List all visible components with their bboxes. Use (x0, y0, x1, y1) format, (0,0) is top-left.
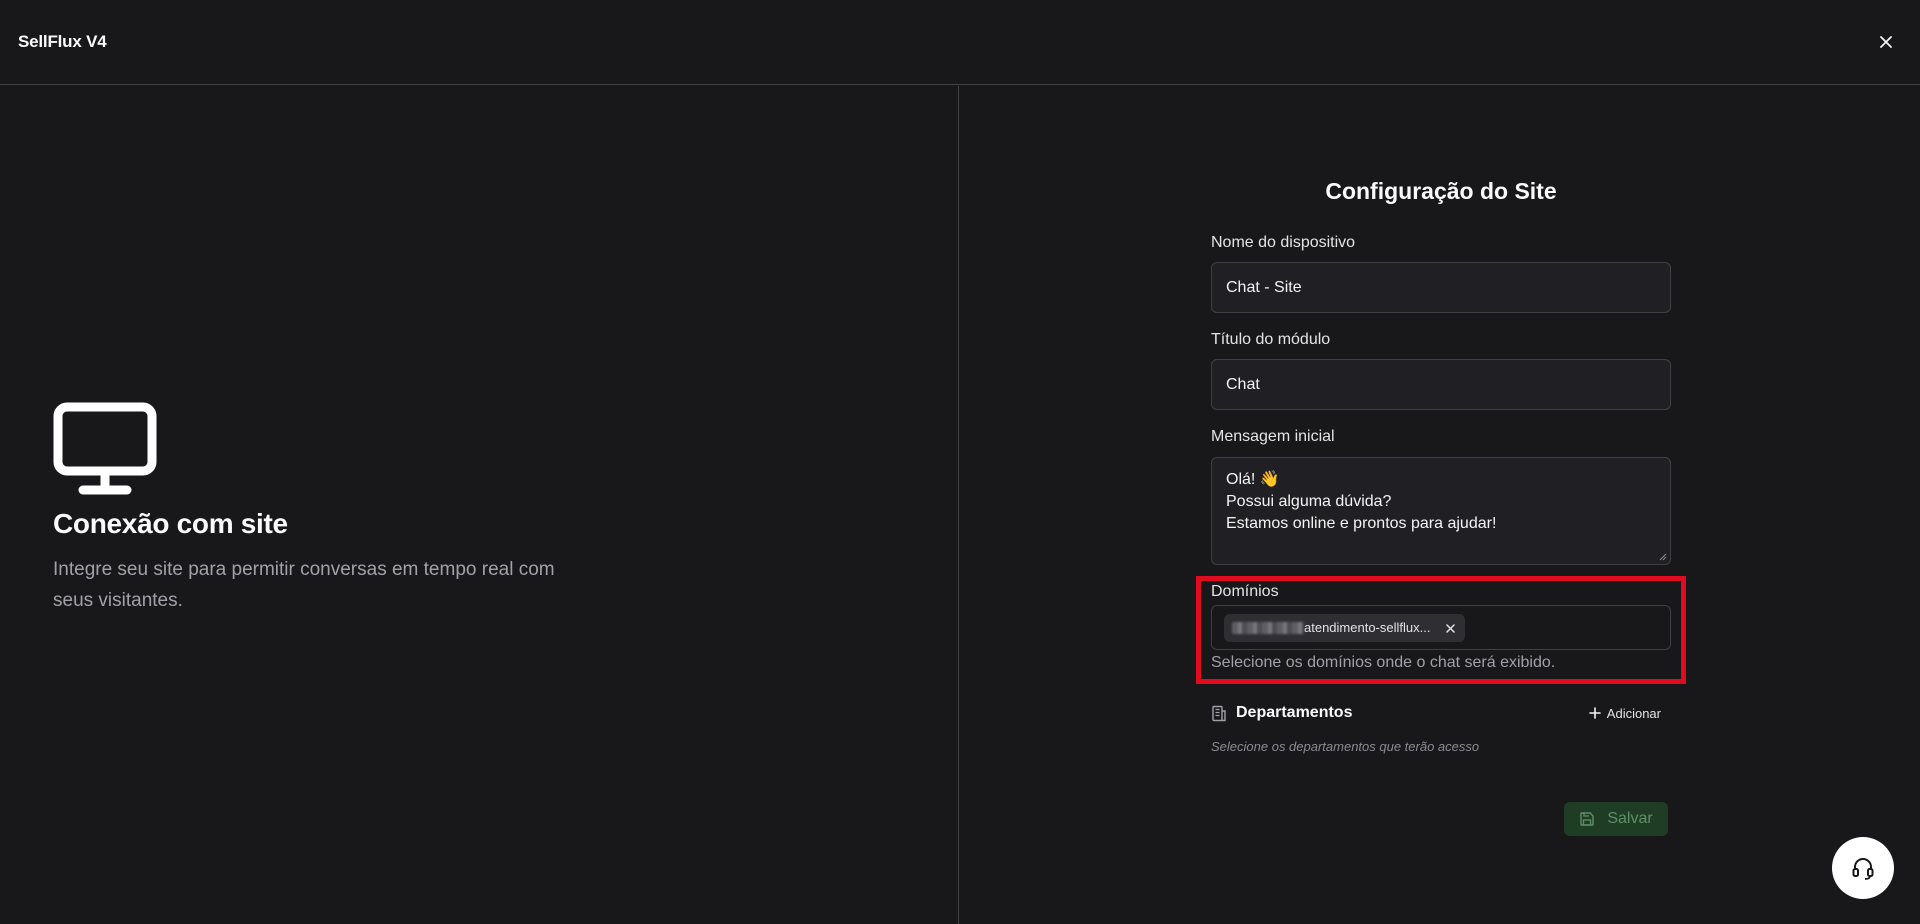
domains-help-text: Selecione os domínios onde o chat será e… (1211, 654, 1556, 671)
device-name-value: Chat - Site (1226, 278, 1302, 296)
module-title-value: Chat (1226, 375, 1260, 393)
close-icon (1880, 36, 1892, 48)
add-department-button[interactable]: Adicionar (1588, 705, 1661, 721)
save-button[interactable]: Salvar (1564, 802, 1668, 836)
departments-title: Departamentos (1236, 704, 1353, 721)
initial-message-label: Mensagem inicial (1211, 428, 1335, 445)
support-button[interactable] (1832, 837, 1894, 899)
module-title-input[interactable]: Chat (1211, 359, 1671, 410)
domains-select[interactable]: atendimento-sellflux... (1211, 605, 1671, 650)
building-icon (1212, 705, 1226, 721)
app-title: SellFlux V4 (18, 32, 107, 51)
domain-chip: atendimento-sellflux... (1224, 613, 1466, 642)
top-bar: SellFlux V4 (0, 0, 1920, 85)
message-line: Estamos online e prontos para ajudar! (1226, 515, 1497, 532)
departments-header: Departamentos Adicionar (1211, 698, 1671, 728)
plus-icon (1588, 707, 1601, 719)
remove-chip-button[interactable] (1446, 620, 1456, 636)
save-icon (1580, 812, 1595, 826)
device-name-input[interactable]: Chat - Site (1211, 262, 1671, 313)
save-label: Salvar (1607, 810, 1653, 827)
redacted-text (1232, 621, 1304, 634)
monitor-icon (53, 402, 157, 495)
departments-hint: Selecione os departamentos que terão ace… (1211, 739, 1480, 754)
form-title: Configuração do Site (1325, 178, 1557, 204)
connection-description: Integre seu site para permitir conversas… (53, 559, 555, 611)
left-panel: Conexão com site Integre seu site para p… (0, 86, 959, 924)
connection-title: Conexão com site (53, 508, 288, 539)
resize-handle-icon[interactable] (1659, 553, 1667, 561)
close-icon (1446, 623, 1456, 633)
domains-label: Domínios (1211, 583, 1279, 600)
headset-icon (1852, 858, 1874, 880)
device-name-label: Nome do dispositivo (1211, 234, 1356, 251)
close-button[interactable] (1872, 28, 1900, 56)
domain-chip-label: atendimento-sellflux... (1304, 620, 1431, 635)
message-line: Olá! 👋 (1226, 471, 1280, 488)
initial-message-textarea[interactable]: Olá! 👋 Possui alguma dúvida? Estamos onl… (1211, 457, 1671, 565)
right-panel: Configuração do Site Nome do dispositivo… (960, 86, 1920, 924)
module-title-label: Título do módulo (1211, 331, 1331, 348)
message-line: Possui alguma dúvida? (1226, 493, 1392, 510)
add-department-label: Adicionar (1606, 705, 1661, 721)
departments-title-group: Departamentos (1211, 704, 1352, 722)
